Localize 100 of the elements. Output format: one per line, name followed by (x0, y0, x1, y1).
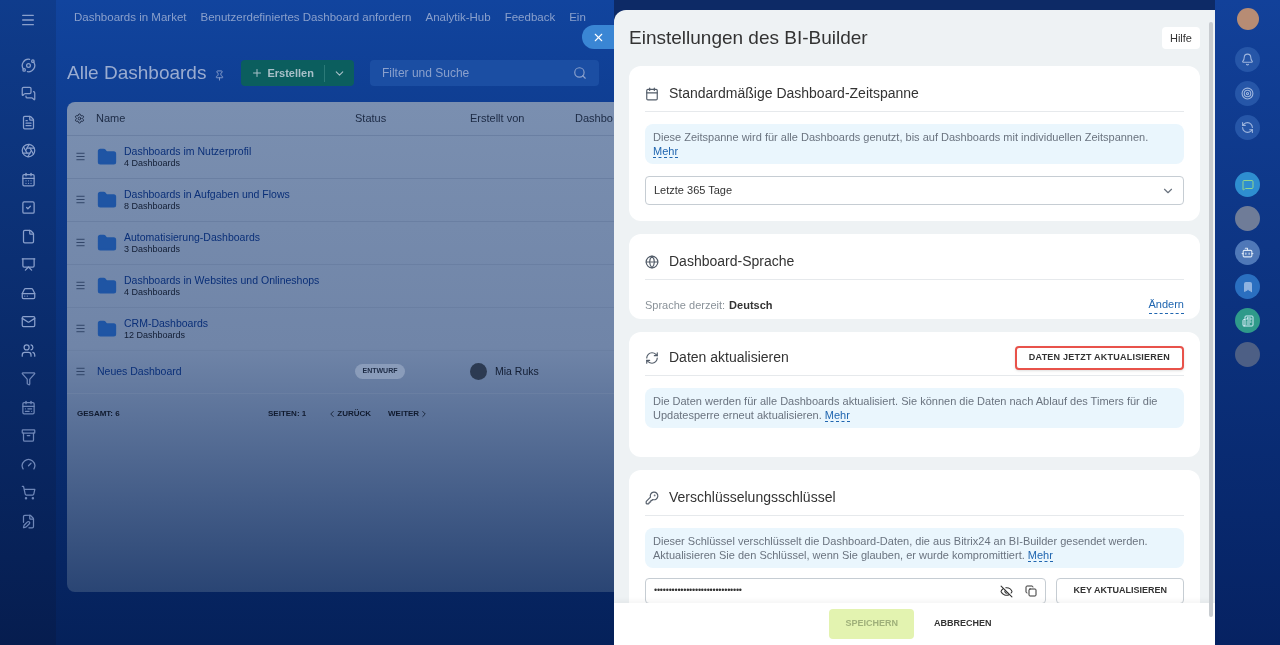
pages-label: SEITEN: 1 (268, 407, 307, 420)
checkbox-icon[interactable] (20, 200, 36, 215)
bookmark-button[interactable] (1235, 274, 1260, 299)
copy-icon[interactable] (1025, 585, 1038, 597)
total-label: GESAMT: 6 (77, 407, 121, 420)
calendar-list-icon[interactable] (20, 399, 36, 415)
search-field[interactable]: Filter und Suche (369, 60, 599, 87)
drag-handle-icon[interactable] (75, 194, 86, 205)
robot-icon (1241, 246, 1254, 259)
bot-button[interactable] (1235, 240, 1260, 265)
file-edit-icon[interactable] (20, 513, 36, 529)
author-name: Mia Ruks (495, 363, 539, 379)
folder-icon[interactable] (97, 232, 117, 253)
refresh-now-button[interactable]: DATEN JETZT AKTUALISIEREN (1014, 345, 1184, 370)
scrollbar[interactable] (1209, 22, 1213, 617)
folder-icon[interactable] (97, 189, 117, 210)
cart-icon[interactable] (20, 485, 36, 500)
sync-button[interactable] (1235, 115, 1260, 140)
drag-handle-icon[interactable] (75, 237, 86, 248)
mail-icon[interactable] (20, 314, 36, 329)
column-header[interactable]: Name (96, 109, 355, 127)
drag-handle-icon[interactable] (75, 366, 86, 377)
info-text: Dieser Schlüssel verschlüsselt die Dashboard-Daten, die aus Bitrix24 an BI-Builder gesendet werden. Aktualisieren Sie den Schlüssel, wenn Sie glauben, er wurde kompromittiert. Mehr (645, 528, 1184, 568)
search-icon[interactable] (572, 66, 587, 81)
nav-link[interactable]: Ein (569, 9, 586, 27)
search-input[interactable]: Filter und Suche (381, 64, 562, 83)
newspaper-icon (1241, 314, 1254, 327)
drive-icon[interactable] (20, 285, 36, 301)
more-link[interactable]: Mehr (1027, 549, 1053, 562)
more-link[interactable]: Mehr (824, 409, 850, 422)
section-title: Daten aktualisieren (669, 348, 789, 367)
globe-icon (645, 254, 659, 269)
chat-button[interactable] (1235, 172, 1260, 197)
key-icon (645, 490, 659, 505)
contact-avatar[interactable] (1235, 206, 1260, 231)
nav-link[interactable]: Benutzerdefiniertes Dashboard anfordern (200, 9, 412, 27)
menu-icon[interactable] (20, 12, 36, 28)
bell-icon (1241, 53, 1254, 66)
sync-icon (1241, 121, 1254, 134)
refresh-icon (645, 350, 659, 365)
plus-icon (251, 67, 264, 80)
folder-name[interactable]: Automatisierung-Dashboards (124, 230, 260, 243)
page-title: Alle Dashboards (67, 61, 207, 85)
folder-name[interactable]: Dashboards im Nutzerprofil (124, 144, 252, 157)
dashboard-count: 4 Dashboards (124, 156, 182, 169)
column-header[interactable]: Erstellt von (470, 109, 575, 127)
orbit-icon[interactable] (20, 57, 36, 73)
funnel-icon[interactable] (20, 371, 36, 386)
document-icon[interactable] (20, 114, 36, 130)
column-header[interactable]: Status (355, 109, 470, 127)
nav-link[interactable]: Analytik-Hub (425, 9, 491, 27)
info-text: Die Daten werden für alle Dashboards aktualisiert. Sie können die Daten nach Ablauf des Timers für die Updatesperre erneut aktualisieren. Mehr (645, 388, 1184, 428)
change-link[interactable]: Ändern (1148, 296, 1184, 314)
file-icon[interactable] (20, 228, 36, 244)
dashboard-count: 4 Dashboards (124, 285, 182, 298)
dashboard-name[interactable]: Neues Dashboard (97, 363, 355, 380)
aperture-icon[interactable] (20, 143, 36, 158)
period-select[interactable]: Letzte 365 Tage (645, 176, 1184, 205)
presentation-icon[interactable] (20, 257, 36, 272)
folder-name[interactable]: Dashboards in Websites und Onlineshops (124, 273, 320, 286)
create-button[interactable]: Erstellen (241, 60, 354, 87)
cancel-button[interactable]: ABBRECHEN (926, 609, 1000, 639)
folder-name[interactable]: CRM-Dashboards (124, 316, 209, 329)
next-button[interactable]: WEITER (388, 407, 430, 420)
close-button[interactable] (582, 25, 614, 49)
users-icon[interactable] (20, 342, 36, 358)
dashboard-count: 8 Dashboards (124, 199, 182, 212)
previous-button[interactable]: ZURÜCK (327, 407, 372, 420)
archive-icon[interactable] (20, 428, 36, 443)
nav-link[interactable]: Dashboards in Market (74, 9, 187, 27)
section-title: Dashboard-Sprache (669, 252, 795, 271)
section-title: Standardmäßige Dashboard-Zeitspanne (669, 84, 919, 103)
more-link[interactable]: Mehr (653, 145, 679, 158)
section-title: Verschlüsselungsschlüssel (669, 488, 836, 507)
nav-link[interactable]: Feedback (504, 9, 556, 27)
bookmark-icon (1241, 280, 1254, 293)
info-text: Diese Zeitspanne wird für alle Dashboards genutzt, bis auf Dashboards mit individuellen Zeitspannen. Mehr (645, 124, 1184, 164)
avatar (470, 363, 487, 380)
settings-icon[interactable] (74, 112, 85, 124)
notifications-button[interactable] (1235, 47, 1260, 72)
calendar-icon[interactable] (20, 171, 36, 187)
hide-icon[interactable] (1000, 584, 1014, 598)
folder-icon[interactable] (97, 146, 117, 167)
drag-handle-icon[interactable] (75, 323, 86, 334)
dashboard-count: 3 Dashboards (124, 243, 182, 255)
dashboard-count: 12 Dashboards (124, 328, 187, 341)
goals-button[interactable] (1235, 81, 1260, 106)
column-header[interactable]: Dashbo (575, 109, 613, 127)
gauge-icon[interactable] (20, 456, 36, 472)
key-value: •••••••••••••••••••••••••••••• (654, 584, 742, 598)
drag-handle-icon[interactable] (75, 151, 86, 162)
user-avatar[interactable] (1236, 8, 1259, 30)
chat-icon[interactable] (20, 86, 36, 101)
chat-icon (1241, 178, 1254, 191)
folder-name[interactable]: Dashboards in Aufgaben und Flows (124, 187, 290, 200)
help-button[interactable]: Hilfe (1162, 27, 1200, 49)
language-label: Sprache derzeit: (645, 297, 726, 313)
drag-handle-icon[interactable] (75, 280, 86, 291)
pin-icon[interactable] (214, 69, 226, 81)
news-button[interactable] (1235, 308, 1260, 333)
